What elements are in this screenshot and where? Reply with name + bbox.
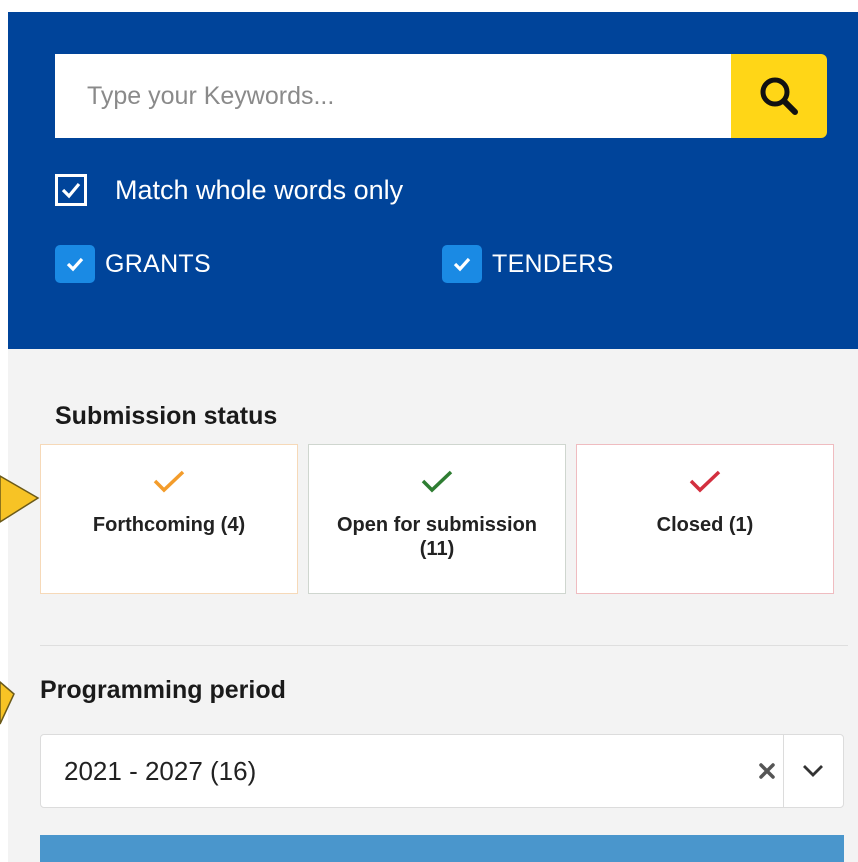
bottom-action-button[interactable] <box>40 835 844 862</box>
search-button[interactable] <box>731 54 827 138</box>
clear-icon[interactable] <box>757 761 777 781</box>
grants-checkbox[interactable]: GRANTS <box>55 245 211 283</box>
match-whole-words-check-icon <box>55 174 87 206</box>
callout-arrow-top <box>0 475 40 523</box>
status-open-option[interactable]: Open for submission (11) <box>308 444 566 594</box>
open-check-icon <box>421 470 453 493</box>
programming-period-heading: Programming period <box>40 676 286 704</box>
grants-check-icon <box>55 245 95 283</box>
tenders-checkbox[interactable]: TENDERS <box>442 245 614 283</box>
search-filter-panel: Match whole words only GRANTS TENDERS Su… <box>8 12 858 862</box>
forthcoming-label: Forthcoming (4) <box>92 514 246 536</box>
forthcoming-check-icon <box>153 470 185 493</box>
programming-period-value: 2021 - 2027 (16) <box>64 756 257 786</box>
search-input[interactable] <box>55 54 731 138</box>
programming-period-select[interactable]: 2021 - 2027 (16) <box>40 734 844 808</box>
match-whole-words-label: Match whole words only <box>115 174 404 205</box>
submission-status-heading: Submission status <box>55 402 278 430</box>
search-icon <box>760 77 798 115</box>
section-divider <box>40 645 848 646</box>
match-whole-words-checkbox[interactable]: Match whole words only <box>55 172 403 208</box>
closed-label: Closed (1) <box>656 514 754 536</box>
grants-label: GRANTS <box>105 249 211 278</box>
select-separator <box>783 735 784 807</box>
search-area: Match whole words only GRANTS TENDERS <box>8 12 858 349</box>
status-closed-option[interactable]: Closed (1) <box>576 444 834 594</box>
top-strip <box>0 0 858 12</box>
open-label: Open for submission (11) <box>336 514 538 560</box>
tenders-check-icon <box>442 245 482 283</box>
callout-arrow-bottom <box>0 681 15 725</box>
chevron-down-icon[interactable] <box>801 763 825 779</box>
status-forthcoming-option[interactable]: Forthcoming (4) <box>40 444 298 594</box>
closed-check-icon <box>689 470 721 493</box>
tenders-label: TENDERS <box>492 249 614 278</box>
